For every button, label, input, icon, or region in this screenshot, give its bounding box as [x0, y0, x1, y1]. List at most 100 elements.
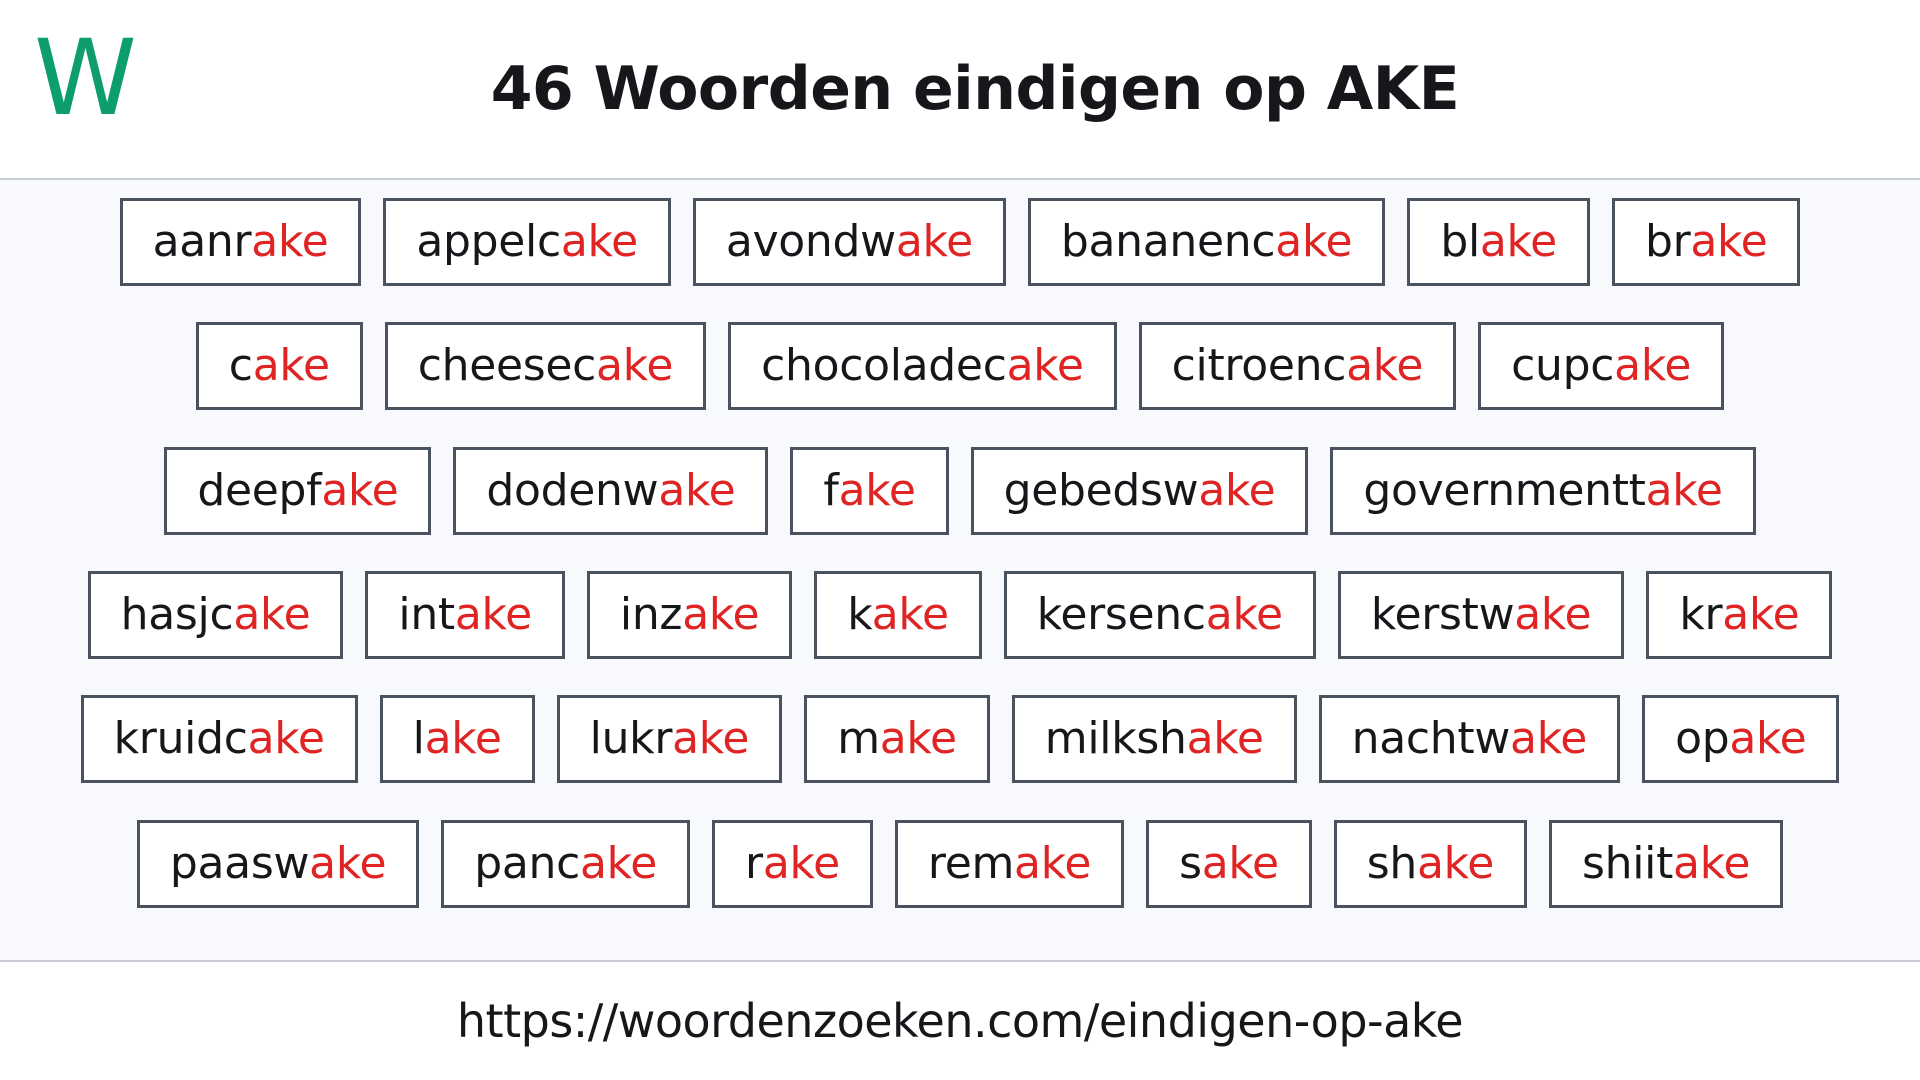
word-suffix-highlight: ake [1205, 588, 1283, 640]
word-suffix-highlight: ake [672, 713, 750, 765]
word-box[interactable]: milkshake [1011, 695, 1297, 784]
word-text: bananencake [1061, 220, 1353, 264]
word-prefix: c [228, 340, 253, 392]
word-suffix-highlight: ake [658, 464, 736, 516]
word-box[interactable]: kersencake [1003, 570, 1316, 659]
word-box[interactable]: bananencake [1027, 198, 1386, 286]
word-box[interactable]: shake [1333, 819, 1528, 908]
word-box[interactable]: shiitake [1549, 819, 1784, 908]
word-prefix: gebedsw [1003, 464, 1199, 516]
word-suffix-highlight: ake [1201, 837, 1279, 889]
word-suffix-highlight: ake [1416, 837, 1495, 889]
word-prefix: bananenc [1060, 216, 1276, 267]
word-prefix: governmentt [1363, 464, 1646, 516]
word-suffix-highlight: ake [1006, 340, 1084, 392]
word-suffix-highlight: ake [682, 588, 760, 640]
word-prefix: appelc [416, 216, 561, 267]
word-prefix: aanr [152, 216, 252, 267]
word-box[interactable]: fake [790, 446, 949, 535]
word-box[interactable]: avondwake [692, 198, 1006, 286]
word-box[interactable]: kerstwake [1337, 570, 1625, 659]
word-box[interactable]: kake [814, 570, 982, 659]
word-box[interactable]: chocoladecake [728, 322, 1117, 411]
word-box[interactable]: cheesecake [384, 322, 707, 411]
word-text: kruidcake [114, 717, 325, 761]
word-suffix-highlight: ake [879, 713, 957, 765]
word-box[interactable]: cupcake [1478, 322, 1725, 411]
word-text: sake [1179, 841, 1279, 886]
word-box[interactable]: citroencake [1138, 322, 1457, 411]
word-box[interactable]: aanrake [119, 198, 362, 286]
word-box[interactable]: rake [712, 819, 873, 908]
source-url[interactable]: https://woordenzoeken.com/eindigen-op-ak… [457, 994, 1464, 1048]
word-prefix: cheesec [417, 340, 597, 392]
word-box[interactable]: nachtwake [1318, 695, 1621, 784]
word-box[interactable]: brake [1611, 198, 1801, 286]
word-list-page: W 46 Woorden eindigen op AKE aanrake appe… [0, 0, 1920, 1080]
word-suffix-highlight: ake [1614, 340, 1692, 392]
word-box[interactable]: appelcake [383, 198, 671, 286]
word-suffix-highlight: ake [1014, 837, 1092, 889]
word-prefix: int [398, 588, 455, 640]
word-box[interactable]: governmenttake [1330, 446, 1756, 535]
word-box[interactable]: kruidcake [80, 695, 358, 784]
word-box[interactable]: make [804, 695, 990, 784]
word-prefix: rem [927, 837, 1015, 889]
word-box[interactable]: hasjcake [87, 570, 344, 659]
word-text: pancake [474, 841, 657, 886]
word-box[interactable]: gebedswake [970, 446, 1309, 535]
word-text: intake [398, 592, 532, 637]
word-box[interactable]: lake [379, 695, 535, 784]
word-grid: aanrake appelcake avondwake bananencake blak… [0, 180, 1920, 962]
word-suffix-highlight: ake [1346, 340, 1424, 392]
word-suffix-highlight: ake [233, 588, 311, 640]
word-box[interactable]: pancake [441, 819, 691, 908]
word-suffix-highlight: ake [454, 588, 532, 640]
word-text: rake [745, 841, 840, 886]
word-suffix-highlight: ake [309, 837, 387, 889]
word-prefix: citroenc [1171, 340, 1347, 392]
word-suffix-highlight: ake [1186, 713, 1264, 765]
word-text: lake [413, 717, 502, 761]
word-box[interactable]: paaswake [136, 819, 420, 908]
word-row: aanrake appelcake avondwake bananencake blak… [0, 198, 1920, 322]
word-box[interactable]: remake [894, 819, 1125, 908]
word-text: kerstwake [1371, 592, 1592, 637]
word-prefix: kersenc [1036, 588, 1206, 640]
word-suffix-highlight: ake [1645, 464, 1723, 516]
word-prefix: lukr [589, 713, 673, 765]
word-box[interactable]: krake [1646, 570, 1833, 659]
word-text: kersencake [1037, 592, 1283, 637]
word-text: chocoladecake [761, 344, 1084, 388]
word-text: cake [229, 344, 330, 388]
word-text: appelcake [416, 220, 638, 264]
word-box[interactable]: inzake [586, 570, 793, 659]
site-logo[interactable]: W [34, 26, 137, 130]
word-text: nachtwake [1352, 717, 1588, 761]
word-suffix-highlight: ake [895, 216, 973, 267]
word-prefix: kerstw [1370, 588, 1515, 640]
word-suffix-highlight: ake [1479, 216, 1557, 267]
word-suffix-highlight: ake [1722, 588, 1800, 640]
word-prefix: m [837, 713, 880, 765]
word-box[interactable]: sake [1146, 819, 1312, 908]
word-prefix: f [823, 464, 839, 516]
word-box[interactable]: intake [365, 570, 565, 659]
word-text: make [837, 717, 957, 761]
word-prefix: nachtw [1351, 713, 1511, 765]
word-suffix-highlight: ake [1275, 216, 1353, 267]
word-box[interactable]: cake [195, 322, 363, 411]
word-box[interactable]: lukrake [556, 695, 783, 784]
word-suffix-highlight: ake [251, 216, 329, 267]
word-box[interactable]: deepfake [164, 446, 432, 535]
word-box[interactable]: opake [1642, 695, 1840, 784]
word-box[interactable]: dodenwake [453, 446, 769, 535]
word-box[interactable]: blake [1407, 198, 1590, 286]
word-text: fake [823, 468, 916, 513]
page-header: W 46 Woorden eindigen op AKE [0, 0, 1920, 180]
word-text: lukrake [590, 717, 750, 761]
word-suffix-highlight: ake [762, 837, 840, 889]
word-prefix: l [412, 713, 425, 765]
word-prefix: chocoladec [761, 340, 1007, 392]
word-prefix: sh [1366, 837, 1418, 889]
